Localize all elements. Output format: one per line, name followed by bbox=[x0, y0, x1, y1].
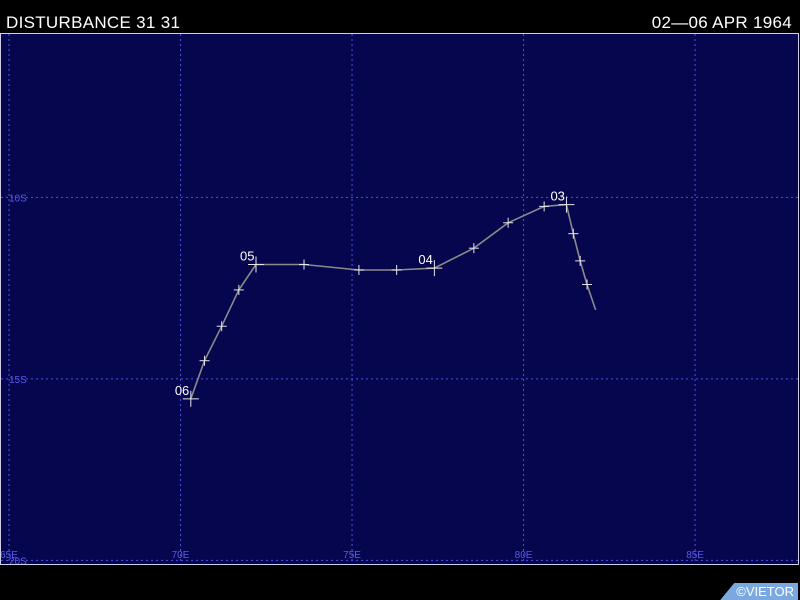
storm-title: DISTURBANCE 31 31 bbox=[6, 13, 181, 32]
longitude-label: 75E bbox=[343, 550, 361, 561]
longitude-label: 70E bbox=[172, 550, 190, 561]
date-label: 03 bbox=[550, 189, 564, 204]
longitude-label: 80E bbox=[515, 550, 533, 561]
longitude-label: 85E bbox=[686, 550, 704, 561]
latitude-label: 15S bbox=[9, 375, 27, 386]
credit-badge: ©VIETOR bbox=[720, 583, 798, 600]
track-map: 65E 70E 75E 80E 85E 10S 15S 20S 03 04 05 06 bbox=[0, 33, 799, 565]
date-label: 06 bbox=[175, 383, 189, 398]
latitude-label: 10S bbox=[9, 193, 27, 204]
date-label: 04 bbox=[418, 252, 432, 267]
map-canvas: 65E 70E 75E 80E 85E10S15S20S03040506 bbox=[1, 34, 798, 564]
storm-track-line bbox=[190, 203, 597, 400]
date-range: 02—06 APR 1964 bbox=[651, 13, 792, 32]
date-label: 05 bbox=[240, 249, 254, 264]
latitude-label: 20S bbox=[9, 556, 27, 564]
